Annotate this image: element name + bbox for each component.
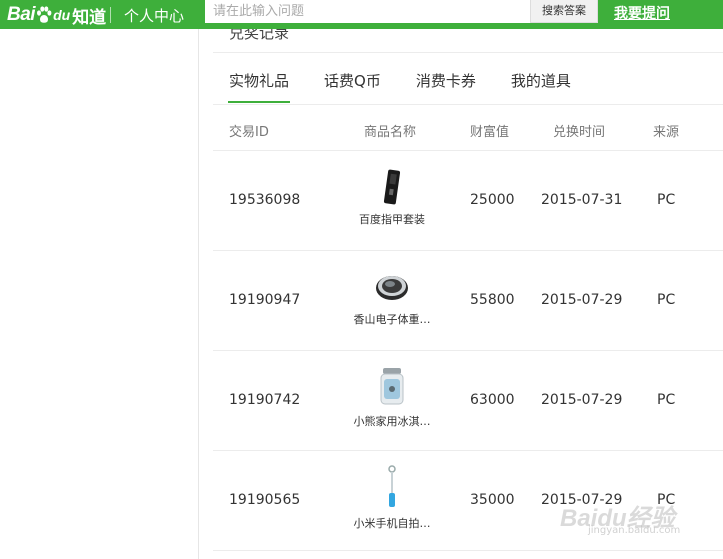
transaction-id: 19190947	[229, 292, 301, 308]
exchange-date: 2015-07-31	[541, 192, 623, 208]
paw-icon	[37, 6, 52, 23]
table-header-divider-wrap	[213, 51, 723, 151]
product-name: 香山电子体重…	[353, 313, 431, 326]
nail-kit-icon	[383, 169, 401, 205]
header-separator	[110, 7, 111, 23]
source: PC	[657, 292, 676, 308]
ice-cream-maker-icon	[380, 368, 404, 405]
table-row: 19190947 香山电子体重… 55800 2015-07-29 PC	[213, 251, 723, 351]
row-divider	[213, 550, 723, 551]
ask-question-link[interactable]: 我要提问	[614, 3, 670, 23]
logo-text-du: du	[53, 7, 71, 23]
product-name: 小熊家用冰淇…	[353, 415, 431, 428]
watermark-url: jingyan.baidu.com	[588, 525, 681, 536]
transaction-id: 19190565	[229, 492, 301, 508]
search-input[interactable]	[205, 0, 530, 23]
product-cell[interactable]: 百度指甲套装	[337, 169, 447, 227]
table-row: 19190742 小熊家用冰淇… 63000 2015-07-29 PC	[213, 351, 723, 451]
logo-text-zhidao: 知道	[72, 7, 107, 28]
product-name: 百度指甲套装	[359, 213, 425, 226]
scale-icon	[376, 276, 408, 300]
exchange-date: 2015-07-29	[541, 292, 623, 308]
product-cell[interactable]: 小米手机自拍…	[337, 465, 447, 531]
table-row: 19536098 百度指甲套装 25000 2015-07-31 PC	[213, 151, 723, 251]
wealth-value: 63000	[470, 392, 515, 408]
source: PC	[657, 392, 676, 408]
source: PC	[657, 192, 676, 208]
search-button[interactable]: 搜索答案	[530, 0, 598, 23]
baidu-zhidao-logo[interactable]: Bai du 知道	[7, 3, 107, 28]
personal-center-link[interactable]: 个人中心	[124, 5, 184, 26]
product-name: 小米手机自拍…	[353, 517, 431, 530]
product-cell[interactable]: 小熊家用冰淇…	[337, 367, 447, 429]
transaction-id: 19536098	[229, 192, 301, 208]
wealth-value: 55800	[470, 292, 515, 308]
logo-text-bai: Bai	[7, 4, 36, 25]
exchange-date: 2015-07-29	[541, 392, 623, 408]
wealth-value: 35000	[470, 492, 515, 508]
wealth-value: 25000	[470, 192, 515, 208]
selfie-stick-icon	[388, 465, 396, 507]
product-cell[interactable]: 香山电子体重…	[337, 269, 447, 327]
sidebar-divider	[198, 29, 199, 559]
transaction-id: 19190742	[229, 392, 301, 408]
